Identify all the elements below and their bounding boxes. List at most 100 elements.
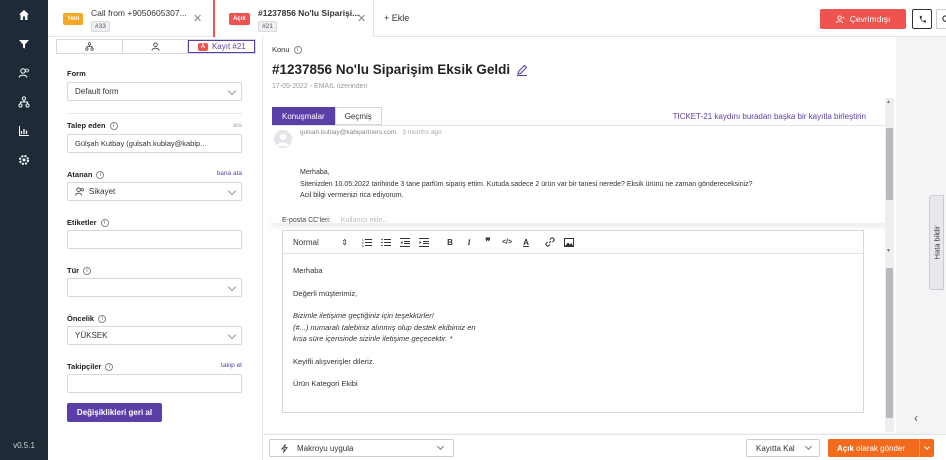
assign-to-me-link[interactable]: bana ata bbox=[217, 170, 242, 177]
chevron-down-icon bbox=[227, 86, 237, 96]
text-color-icon[interactable]: A bbox=[521, 237, 531, 247]
link-icon[interactable] bbox=[545, 237, 555, 247]
reply-editor[interactable]: Normal ⇕ 123 B I ❞ </> A Merhaba Değerli… bbox=[282, 230, 864, 413]
scroll-down-icon[interactable]: ▼ bbox=[886, 248, 891, 254]
bottom-action-bar: Makroyu uygula Kayıtta Kal Açık olarak g… bbox=[263, 434, 946, 460]
bold-icon[interactable]: B bbox=[445, 237, 455, 247]
main-scrollbar[interactable]: ▲ ▼ bbox=[885, 98, 894, 432]
subtab-org[interactable] bbox=[57, 40, 123, 53]
send-label: olarak gönder bbox=[856, 443, 906, 453]
ordered-list-icon[interactable]: 123 bbox=[362, 237, 372, 247]
form-label: Form bbox=[67, 69, 86, 78]
message-sender: gulsah.kublay@kabipartners.com 3 months a… bbox=[300, 129, 442, 136]
home-icon[interactable] bbox=[14, 5, 34, 25]
info-icon: i bbox=[98, 314, 107, 323]
conversation-tabs: Konuşmalar Geçmiş bbox=[272, 107, 382, 125]
type-select[interactable] bbox=[67, 278, 242, 297]
info-icon: i bbox=[83, 266, 92, 275]
filter-icon[interactable] bbox=[14, 34, 34, 54]
tab-ticket[interactable]: Açık #1237856 No'lu Siparişi... #21 ✕ bbox=[213, 0, 373, 37]
bullet-list-icon[interactable] bbox=[381, 237, 391, 247]
panel-subtabs: A Kayıt #21 bbox=[56, 39, 256, 54]
add-tab-button[interactable]: + Ekle bbox=[373, 0, 433, 37]
plus-icon: + bbox=[384, 13, 390, 23]
tab-conversations[interactable]: Konuşmalar bbox=[272, 107, 335, 125]
requester-select[interactable]: Gülşah Kutbay (gulsah.kublay@kabip... bbox=[67, 134, 242, 153]
search-button[interactable] bbox=[936, 9, 946, 29]
main-nav: v0.5.1 bbox=[0, 0, 48, 460]
quote-icon[interactable]: ❞ bbox=[483, 237, 493, 248]
close-icon[interactable]: ✕ bbox=[193, 12, 202, 25]
scroll-thumb[interactable] bbox=[886, 268, 893, 418]
app-version: v0.5.1 bbox=[13, 441, 35, 450]
tags-label: Etiketler i bbox=[67, 218, 109, 227]
tab-call[interactable]: Yeni Call from +9050605307... #33 ✕ bbox=[48, 0, 213, 37]
user-icon bbox=[150, 42, 160, 51]
ticket-meta: 17-05-2022 - EMAIL üzerinden bbox=[272, 83, 368, 90]
chevron-down-icon bbox=[227, 186, 237, 196]
priority-select[interactable]: YÜKSEK bbox=[67, 326, 242, 345]
followers-input[interactable] bbox=[67, 374, 242, 393]
tab-title: #1237856 No'lu Siparişi... bbox=[258, 8, 360, 18]
info-icon: i bbox=[96, 170, 105, 179]
contacts-icon[interactable] bbox=[14, 63, 34, 83]
tab-number: #21 bbox=[258, 21, 277, 32]
ticket-properties-panel: A Kayıt #21 Form Default form Talep eden… bbox=[48, 37, 263, 460]
assignee-select[interactable]: Sikayet bbox=[67, 182, 242, 201]
ticket-subject: #1237856 No'lu Siparişim Eksik Geldi bbox=[272, 62, 528, 77]
org-chart-icon[interactable] bbox=[14, 92, 34, 112]
report-bug-tab[interactable]: Hata bildir bbox=[929, 195, 944, 290]
reports-icon[interactable] bbox=[14, 121, 34, 141]
chevron-down-icon bbox=[227, 282, 237, 292]
status-offline-button[interactable]: Çevrimdışı bbox=[820, 9, 906, 29]
scroll-thumb[interactable] bbox=[886, 128, 893, 200]
send-as-open-button[interactable]: Açık olarak gönder bbox=[828, 439, 934, 457]
outdent-icon[interactable] bbox=[400, 237, 410, 247]
updown-icon: ⇕ bbox=[341, 237, 348, 247]
image-icon[interactable] bbox=[564, 237, 574, 247]
edit-pencil-icon[interactable] bbox=[516, 64, 528, 76]
send-options-dropdown[interactable] bbox=[919, 439, 934, 457]
tab-number: #33 bbox=[91, 21, 110, 32]
info-icon: i bbox=[105, 362, 114, 371]
requester-search-hint: ara bbox=[232, 122, 242, 129]
revert-changes-button[interactable]: Değişiklikleri geri al bbox=[67, 403, 162, 422]
stay-on-record-select[interactable]: Kayıtta Kal bbox=[746, 439, 820, 457]
subtab-record[interactable]: A Kayıt #21 bbox=[188, 40, 256, 53]
subtab-record-label: Kayıt #21 bbox=[211, 42, 246, 51]
settings-icon[interactable] bbox=[14, 150, 34, 170]
phone-icon bbox=[919, 15, 926, 22]
editor-content[interactable]: Merhaba Değerli müşterimiz, Bizimle ilet… bbox=[293, 265, 476, 401]
svg-text:3: 3 bbox=[362, 244, 364, 247]
send-status: Açık bbox=[837, 443, 854, 453]
close-icon[interactable]: ✕ bbox=[357, 12, 366, 25]
follow-link[interactable]: takip et bbox=[221, 362, 242, 369]
code-icon[interactable]: </> bbox=[502, 237, 512, 247]
format-select[interactable]: Normal ⇕ bbox=[293, 238, 348, 247]
sender-avatar bbox=[274, 130, 292, 148]
record-badge-icon: A bbox=[197, 42, 208, 51]
top-bar: Yeni Call from +9050605307... #33 ✕ Açık… bbox=[48, 0, 946, 37]
tab-history[interactable]: Geçmiş bbox=[334, 107, 382, 125]
apply-macro-select[interactable]: Makroyu uygula bbox=[269, 439, 454, 457]
cc-input[interactable]: Kullanıcı ekle... bbox=[341, 217, 388, 224]
ticket-detail: Konu i #1237856 No'lu Siparişim Eksik Gel… bbox=[263, 37, 896, 433]
chevron-down-icon bbox=[227, 330, 237, 340]
merge-ticket-link[interactable]: TICKET-21 kaydını buradan başka bir kayı… bbox=[673, 112, 866, 121]
phone-button[interactable] bbox=[912, 9, 932, 29]
chevron-left-icon[interactable]: ‹ bbox=[914, 411, 918, 425]
org-chart-icon bbox=[85, 42, 94, 51]
message-time: 3 months ago bbox=[402, 129, 442, 136]
italic-icon[interactable]: I bbox=[464, 237, 474, 247]
info-icon: i bbox=[293, 45, 302, 54]
editor-toolbar: Normal ⇕ 123 B I ❞ </> A bbox=[283, 231, 863, 254]
indent-icon[interactable] bbox=[419, 237, 429, 247]
scroll-up-icon[interactable]: ▲ bbox=[886, 99, 891, 105]
form-select[interactable]: Default form bbox=[67, 82, 242, 101]
type-label: Tür i bbox=[67, 266, 92, 275]
email-cc-row[interactable]: E-posta CC'leri: Kullanıcı ekle... bbox=[282, 217, 864, 231]
chevron-down-icon bbox=[436, 442, 445, 451]
subtab-user[interactable] bbox=[123, 40, 189, 53]
tags-input[interactable] bbox=[67, 230, 242, 249]
add-tab-label: Ekle bbox=[391, 13, 410, 23]
